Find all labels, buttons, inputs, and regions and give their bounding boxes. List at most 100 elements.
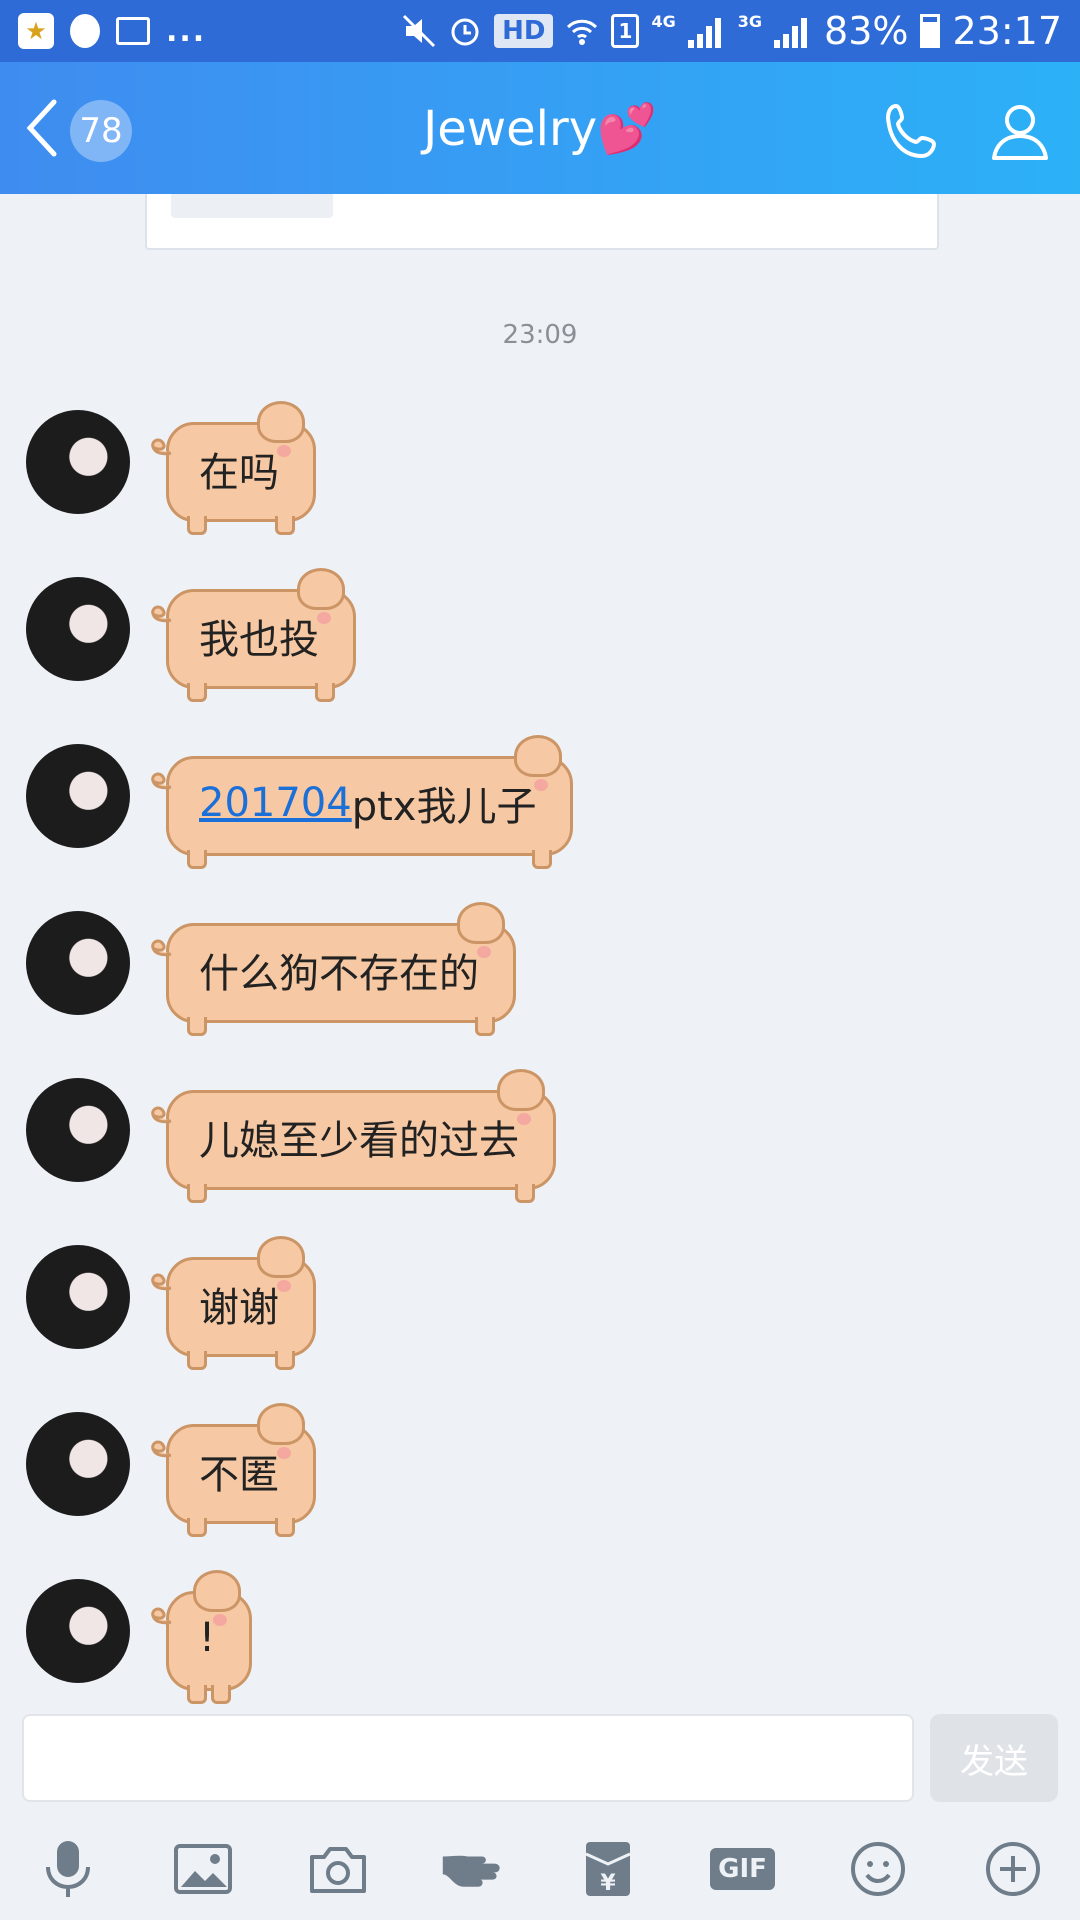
message-bubble[interactable]: 在吗 (151, 401, 316, 535)
sim-indicator: 1 (611, 14, 640, 48)
message-input[interactable] (22, 1714, 914, 1802)
avatar[interactable] (26, 911, 130, 1015)
gif-label: GIF (710, 1848, 775, 1890)
camera-icon[interactable] (306, 1837, 370, 1901)
microphone-icon[interactable] (36, 1837, 100, 1901)
message-bubble[interactable]: 儿媳至少看的过去 (151, 1069, 556, 1203)
pig-leg (187, 1351, 207, 1370)
battery-percent: 83% (824, 9, 909, 53)
signal-4g-icon (687, 14, 726, 48)
pig-leg (532, 850, 553, 869)
phone-call-icon[interactable] (882, 100, 946, 164)
avatar[interactable] (26, 1078, 130, 1182)
pig-leg (187, 1184, 207, 1203)
profile-icon[interactable] (988, 100, 1052, 164)
previous-shared-card[interactable] (145, 194, 939, 250)
pig-ear-icon (193, 1570, 242, 1612)
pig-ear-icon (257, 401, 305, 443)
signal-3g-icon (774, 14, 812, 48)
pig-tail-icon (151, 939, 172, 957)
pig-tail-icon (151, 438, 172, 456)
message-text: 儿媳至少看的过去 (199, 1118, 519, 1164)
wifi-icon (567, 19, 598, 45)
red-envelope-icon[interactable]: ¥ (576, 1837, 640, 1901)
card-thumbnail (171, 194, 333, 218)
pig-leg (187, 683, 207, 702)
message-text: 谢谢 (199, 1285, 279, 1331)
clock: 23:17 (952, 9, 1062, 53)
gif-icon[interactable]: GIF (710, 1837, 775, 1901)
pig-blush (277, 445, 291, 457)
pig-ear-icon (514, 735, 563, 777)
notification-icons: ★ ... (18, 13, 206, 49)
pig-leg (187, 1685, 207, 1704)
pig-blush (213, 1614, 228, 1626)
pig-ear-icon (457, 902, 505, 944)
status-bar: ★ ... HD 1 4G 3G 83% 23:17 (0, 0, 1080, 62)
avatar[interactable] (26, 1579, 130, 1683)
send-button[interactable]: 发送 (930, 1714, 1058, 1802)
pig-leg (475, 1017, 495, 1036)
message-text: 什么狗不存在的 (199, 951, 479, 997)
pig-blush (517, 1113, 531, 1125)
pig-leg (187, 1017, 207, 1036)
emoji-icon[interactable] (846, 1837, 910, 1901)
image-icon[interactable] (171, 1837, 235, 1901)
message-timestamp: 23:09 (502, 320, 578, 350)
mute-icon (403, 14, 436, 48)
message-bubble[interactable]: 我也投 (151, 568, 356, 702)
plus-icon[interactable] (981, 1837, 1045, 1901)
pig-tail-icon (151, 772, 172, 790)
avatar[interactable] (26, 1412, 130, 1516)
alarm-icon (451, 18, 479, 46)
message-link[interactable]: 201704 (199, 780, 352, 826)
message-bubble[interactable]: 201704 ptx我儿子 (151, 735, 574, 869)
svg-text:¥: ¥ (600, 1871, 616, 1896)
gallery-notification-icon (116, 17, 150, 45)
avatar[interactable] (26, 1245, 130, 1349)
message-text: 在吗 (199, 450, 279, 496)
input-toolbar: ¥ GIF (0, 1826, 1080, 1912)
flame-app-icon (70, 14, 100, 48)
network-3g-label: 3G (737, 11, 763, 31)
pig-tail-icon (151, 1440, 172, 1458)
message-text: ptx我儿子 (351, 784, 537, 830)
pig-blush (277, 1280, 291, 1292)
pig-ear-icon (257, 1403, 305, 1445)
more-notifications: ... (166, 13, 207, 49)
message-list[interactable]: 23:09 在吗 我也投 201704 ptx我儿子 什么狗不存在的 儿媳至少看… (0, 194, 1080, 1710)
chat-header: 78 Jewelry💕 (0, 62, 1080, 194)
pig-blush (277, 1447, 291, 1459)
pig-leg (187, 1518, 207, 1537)
pig-tail-icon (151, 1106, 172, 1124)
pig-ear-icon (297, 568, 345, 610)
message-bubble[interactable]: 什么狗不存在的 (151, 902, 516, 1036)
system-icons: HD 1 4G 3G 83% 23:17 (402, 9, 1062, 53)
pig-blush (477, 946, 491, 958)
avatar[interactable] (26, 410, 130, 514)
pig-leg (315, 683, 335, 702)
message-text: 我也投 (199, 617, 319, 663)
pig-ear-icon (497, 1069, 545, 1111)
pig-leg (187, 850, 207, 869)
pig-blush (317, 612, 331, 624)
hd-voice-indicator: HD (494, 14, 554, 48)
pig-leg (275, 516, 295, 535)
pig-blush (534, 779, 549, 791)
message-bubble[interactable]: ! (151, 1570, 253, 1704)
pig-tail-icon (151, 1273, 172, 1291)
avatar[interactable] (26, 577, 130, 681)
pig-tail-icon (151, 605, 172, 623)
poke-icon[interactable] (441, 1837, 505, 1901)
message-text: 不匿 (199, 1452, 279, 1498)
avatar[interactable] (26, 744, 130, 848)
pig-ear-icon (257, 1236, 305, 1278)
pig-leg (187, 516, 207, 535)
app-notification-icon: ★ (18, 13, 54, 49)
pig-leg (275, 1518, 295, 1537)
battery-icon (920, 14, 941, 48)
input-bar: 发送 ¥ GIF (0, 1710, 1080, 1920)
pig-leg (211, 1685, 232, 1704)
message-bubble[interactable]: 不匿 (151, 1403, 316, 1537)
message-bubble[interactable]: 谢谢 (151, 1236, 316, 1370)
